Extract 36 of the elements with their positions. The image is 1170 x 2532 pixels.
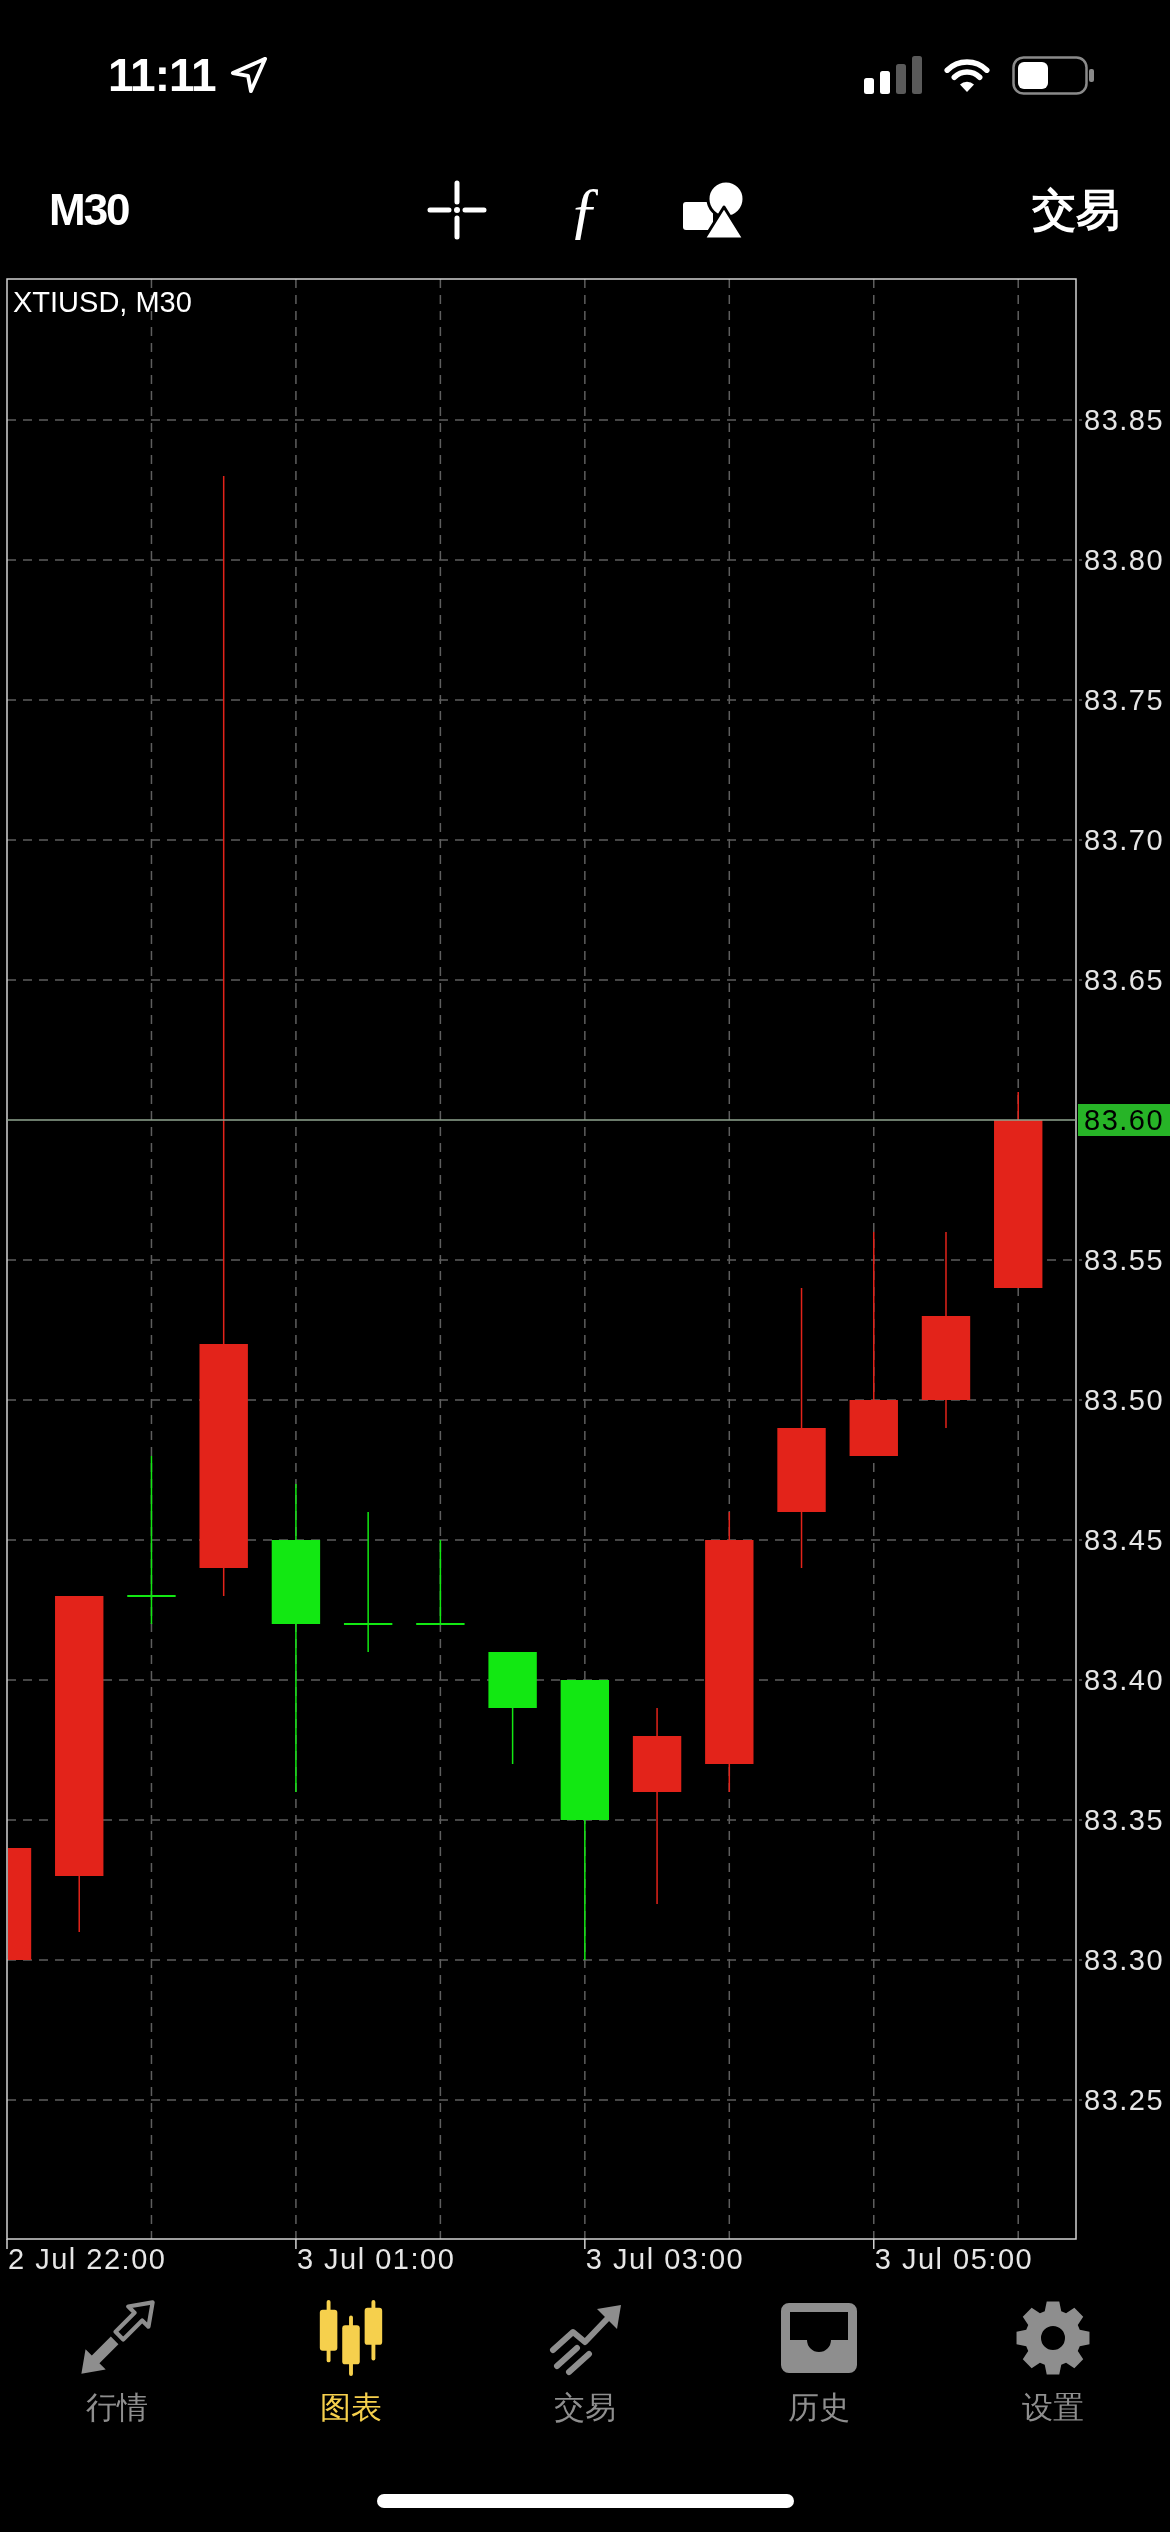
location-arrow-icon (229, 56, 268, 94)
tab[interactable]: 历史 (702, 2280, 936, 2430)
trade-button[interactable]: 交易 (1032, 188, 1120, 232)
tab[interactable]: 图表 (234, 2280, 468, 2430)
price-axis-label: 83.30 (1084, 1944, 1165, 1976)
price-axis-label: 83.25 (1084, 2084, 1165, 2116)
timeframe-button[interactable]: M30 (49, 188, 129, 232)
tab[interactable]: 交易 (468, 2280, 702, 2430)
diagonal-arrows-icon (79, 2300, 155, 2376)
price-axis-label: 83.75 (1084, 684, 1165, 716)
crosshair-icon[interactable] (427, 180, 487, 240)
time-axis-label: 2 Jul 22:00 (8, 2243, 167, 2275)
wifi-icon (942, 56, 992, 94)
settings-icon (1015, 2300, 1091, 2376)
indicators-button[interactable]: ƒ (563, 178, 606, 242)
price-axis-label: 83.85 (1084, 404, 1165, 436)
signal-icon (864, 56, 922, 94)
price-axis-label: 83.40 (1084, 1664, 1165, 1696)
inbox-tray-icon (781, 2303, 857, 2373)
price-axis-label: 83.35 (1084, 1804, 1165, 1836)
price-axis-label: 83.45 (1084, 1524, 1165, 1556)
price-axis-label: 83.50 (1084, 1384, 1165, 1416)
price-axis-label: 83.70 (1084, 824, 1165, 856)
tab[interactable]: 设置 (936, 2280, 1170, 2430)
time-axis-label: 3 Jul 03:00 (585, 2243, 745, 2275)
chart-title: XTIUSD, M30 (13, 286, 192, 318)
price-axis-label: 83.55 (1084, 1244, 1165, 1276)
price-axis-label: 83.65 (1084, 964, 1165, 996)
time-axis-label: 3 Jul 01:00 (296, 2243, 456, 2275)
battery-icon (1012, 55, 1094, 95)
price-axis-label: 83.80 (1084, 544, 1165, 576)
shapes-icon[interactable] (683, 180, 745, 240)
time-axis-label: 3 Jul 05:00 (874, 2243, 1034, 2275)
current-price-label: 83.60 (1078, 1104, 1170, 1136)
tab[interactable]: 行情 (0, 2280, 234, 2430)
clock-time: 11:11 (108, 52, 216, 98)
